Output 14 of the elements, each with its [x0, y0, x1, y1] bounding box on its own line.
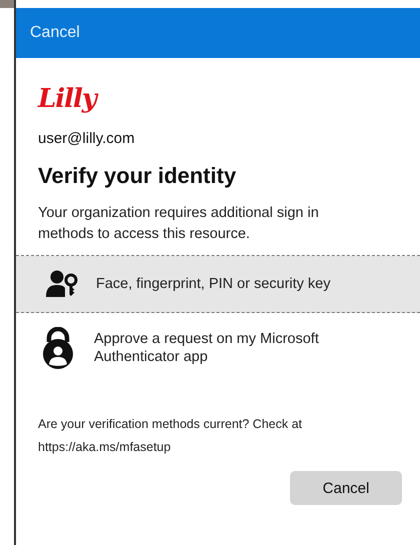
cancel-button[interactable]: Cancel: [290, 471, 402, 505]
lock-person-icon: [40, 327, 76, 369]
footer-text: Are your verification methods current? Check at https://aka.ms/mfasetup: [37, 416, 304, 456]
page-title: Verify your identity: [38, 163, 238, 189]
method-option[interactable]: Approve a request on my Microsoft Authenticator app: [16, 313, 420, 383]
logo: Lilly: [38, 84, 96, 114]
description-text: Your organization requires additional sign in methods to access this resource.: [38, 204, 320, 244]
method-option[interactable]: Face, fingerprint, PIN or security key: [16, 256, 420, 313]
background-corner: [0, 0, 14, 8]
cancel-link[interactable]: Cancel: [30, 24, 80, 42]
method-label: Approve a request on my Microsoft Authenticator app: [94, 330, 320, 366]
person-key-icon: [46, 270, 78, 298]
method-label: Face, fingerprint, PIN or security key: [96, 275, 332, 293]
account-email: user@lilly.com: [38, 130, 136, 147]
